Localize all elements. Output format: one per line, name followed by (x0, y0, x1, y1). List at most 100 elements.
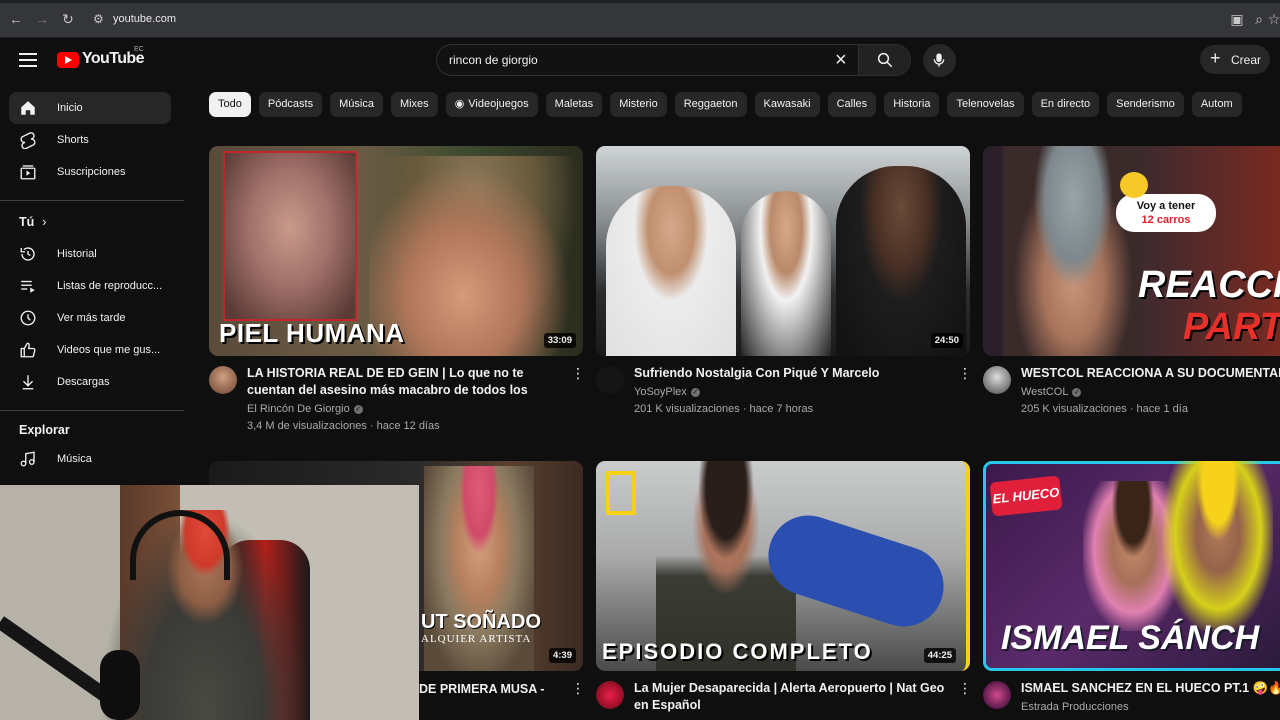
sidebar-item-watch-later[interactable]: Ver más tarde (9, 302, 171, 334)
zoom-icon[interactable]: ⌕ (1251, 11, 1267, 27)
more-options-icon[interactable]: ⋮ (571, 365, 585, 382)
create-label: Crear (1231, 53, 1262, 67)
chip-telenovelas[interactable]: Telenovelas (947, 92, 1024, 117)
chip-senderismo[interactable]: Senderismo (1107, 92, 1184, 117)
chip-en-directo[interactable]: En directo (1031, 92, 1100, 117)
video-thumbnail[interactable]: EPISODIO COMPLETO 44:25 (596, 461, 970, 671)
sidebar-item-label: Ver más tarde (57, 312, 126, 324)
channel-name-text: WestCOL (1021, 386, 1069, 398)
tab-strip (0, 0, 1280, 3)
sidebar-item-music[interactable]: Música (9, 443, 171, 475)
search-input[interactable]: rincon de giorgio (449, 53, 538, 67)
channel-name[interactable]: YoSoyPlex ✓ (634, 386, 700, 398)
chip-videojuegos[interactable]: ◉ Videojuegos (445, 92, 538, 117)
sidebar-item-label: Listas de reproducc... (57, 280, 163, 292)
thumbnail-overlay-text: ISMAEL SÁNCH (1001, 619, 1260, 657)
you-section-header[interactable]: Tú › (19, 215, 46, 229)
channel-avatar[interactable] (983, 366, 1011, 394)
chip-misterio[interactable]: Misterio (610, 92, 667, 117)
search-box[interactable]: rincon de giorgio × (436, 44, 911, 76)
thumbnail-person-center (741, 191, 831, 356)
channel-name[interactable]: El Rincón De Giorgio ✓ (247, 403, 363, 415)
chip-maletas[interactable]: Maletas (545, 92, 603, 117)
sidebar-item-shorts[interactable]: Shorts (9, 124, 171, 156)
webcam-overlay (0, 485, 419, 720)
home-icon (21, 101, 35, 115)
channel-avatar[interactable] (596, 681, 624, 709)
channel-name[interactable]: WestCOL ✓ (1021, 386, 1082, 398)
address-bar[interactable]: ⚙ youtube.com (88, 9, 1278, 31)
sidebar-item-label: Suscripciones (57, 166, 126, 178)
thumbnail-overlay-text: EPISODIO COMPLETO (602, 639, 873, 664)
thumbnail-person-left (606, 186, 736, 356)
menu-icon[interactable] (19, 53, 37, 67)
create-button[interactable]: + Crear (1200, 45, 1270, 74)
sidebar-item-history[interactable]: Historial (9, 238, 171, 270)
sidebar-item-downloads[interactable]: Descargas (9, 366, 171, 398)
video-title[interactable]: LA HISTORIA REAL DE ED GEIN | Lo que no … (247, 365, 567, 399)
video-title[interactable]: Sufriendo Nostalgia Con Piqué Y Marcelo (634, 365, 954, 382)
verified-icon: ✓ (1072, 388, 1082, 397)
video-thumbnail[interactable]: EL HUECO ISMAEL SÁNCH (983, 461, 1280, 671)
sidebar-item-playlists[interactable]: Listas de reproducc... (9, 270, 171, 302)
search-icon (877, 52, 893, 68)
thumbnail-person-right (1163, 461, 1273, 631)
chip-reggaeton[interactable]: Reggaeton (674, 92, 747, 117)
playlist-icon (21, 280, 35, 293)
video-title[interactable]: DE PRIMERA MUSA - (419, 681, 569, 698)
video-thumbnail[interactable]: PIEL HUMANA 33:09 (209, 146, 583, 356)
chip-calles[interactable]: Calles (827, 92, 877, 117)
bookmark-icon[interactable]: ☆ (1266, 11, 1280, 27)
chip-mixes[interactable]: Mixes (390, 92, 438, 117)
browser-toolbar: ← → ↻ ⚙ youtube.com ▣ ⌕ ☆ (0, 0, 1280, 38)
forward-icon[interactable]: → (34, 11, 50, 27)
chip-kawasaki[interactable]: Kawasaki (754, 92, 820, 117)
plus-icon: + (1210, 48, 1221, 68)
voice-search-button[interactable] (923, 44, 956, 77)
channel-name[interactable]: Estrada Producciones (1021, 701, 1129, 713)
reload-icon[interactable]: ↻ (60, 11, 76, 27)
sidebar-item-label: Historial (57, 248, 97, 260)
country-code: EC (134, 46, 144, 53)
download-icon (22, 375, 34, 390)
channel-avatar[interactable] (596, 366, 624, 394)
search-button[interactable] (858, 45, 910, 75)
url-text: youtube.com (113, 13, 176, 25)
verified-icon: ✓ (690, 388, 700, 397)
clear-search-icon[interactable]: × (835, 49, 847, 72)
chip-musica[interactable]: Música (330, 92, 383, 117)
channel-avatar[interactable] (983, 681, 1011, 709)
video-card: Voy a tener 12 carros REACCI PARTE WESTCO… (983, 146, 1280, 426)
chip-podcasts[interactable]: Pódcasts (258, 92, 323, 117)
chip-autom[interactable]: Autom (1191, 92, 1242, 117)
video-duration: 4:39 (548, 648, 576, 663)
video-title[interactable]: WESTCOL REACCIONA A SU DOCUMENTAL P (1021, 365, 1280, 382)
natgeo-logo-icon (606, 471, 636, 515)
thumbnail-overlay-text: PIEL HUMANA (219, 318, 405, 348)
back-icon[interactable]: ← (8, 11, 24, 27)
thumbnail-inset-photo (223, 151, 357, 321)
more-options-icon[interactable]: ⋮ (571, 680, 585, 697)
chip-historia[interactable]: Historia (884, 92, 940, 117)
sidebar-item-label: Shorts (57, 134, 89, 146)
you-title: Tú (19, 215, 35, 229)
thumbs-up-icon (20, 342, 36, 358)
thumbnail-overlay-text-2: ALQUIER ARTISTA (421, 633, 532, 645)
video-title[interactable]: ISMAEL SANCHEZ EN EL HUECO PT.1 🤪🔥 (1021, 680, 1280, 697)
sidebar-item-liked-videos[interactable]: Videos que me gus... (9, 334, 171, 366)
channel-avatar[interactable] (209, 366, 237, 394)
sidebar-item-home[interactable]: Inicio (9, 92, 171, 124)
more-options-icon[interactable]: ⋮ (958, 680, 972, 697)
cast-icon[interactable]: ▣ (1229, 11, 1245, 27)
video-thumbnail[interactable]: Voy a tener 12 carros REACCI PARTE (983, 146, 1280, 356)
chip-todo[interactable]: Todo (209, 92, 251, 117)
sidebar-item-label: Descargas (57, 376, 110, 388)
video-thumbnail[interactable]: 24:50 (596, 146, 970, 356)
sidebar-item-subscriptions[interactable]: Suscripciones (9, 156, 171, 188)
more-options-icon[interactable]: ⋮ (958, 365, 972, 382)
video-duration: 33:09 (543, 333, 576, 348)
video-title[interactable]: La Mujer Desaparecida | Alerta Aeropuert… (634, 680, 954, 714)
thumbnail-overlay-text-2: PARTE (1183, 306, 1280, 348)
microphone-icon (933, 53, 945, 67)
site-settings-icon[interactable]: ⚙ (93, 12, 104, 26)
